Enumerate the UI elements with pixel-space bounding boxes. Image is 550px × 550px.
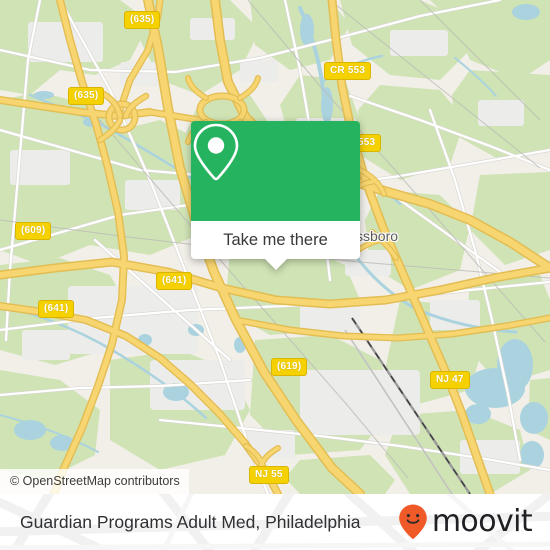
moovit-wordmark: moovit (431, 504, 533, 539)
place-label-glassboro: ssboro (356, 228, 399, 244)
road-shield-route-cr-553[interactable]: CR 553 (324, 62, 372, 80)
map-canvas[interactable]: (635) (635) CR 553 553 (609) (641) (641)… (0, 0, 550, 494)
moovit-brand[interactable]: moovit (398, 494, 533, 550)
road-shield-route-nj-55[interactable]: NJ 55 (249, 466, 289, 484)
popup-pointer-tail (264, 259, 287, 270)
moovit-smiley-pin-icon (399, 504, 427, 539)
take-me-there-label: Take me there (223, 231, 328, 249)
footer-bar: Guardian Programs Adult Med, Philadelphi… (0, 494, 550, 550)
location-popup-card[interactable]: Take me there (191, 121, 360, 270)
road-shield-route-nj-47[interactable]: NJ 47 (430, 371, 470, 389)
road-shield-route-609[interactable]: (609) (15, 222, 52, 240)
footer-title: Guardian Programs Adult Med, Philadelphi… (20, 512, 361, 532)
moovit-map-screenshot: (635) (635) CR 553 553 (609) (641) (641)… (0, 0, 550, 550)
road-shield-route-635-west[interactable]: (635) (68, 87, 105, 105)
popup-footer[interactable]: Take me there (191, 221, 360, 270)
osm-attribution[interactable]: © OpenStreetMap contributors (0, 469, 189, 494)
map-pin-icon (193, 123, 239, 181)
road-shield-route-635-north[interactable]: (635) (124, 11, 161, 29)
road-shield-route-619[interactable]: (619) (271, 358, 308, 376)
popup-header (191, 121, 360, 221)
road-shield-route-641-west[interactable]: (641) (38, 300, 75, 318)
road-shield-route-641-east[interactable]: (641) (156, 272, 193, 290)
